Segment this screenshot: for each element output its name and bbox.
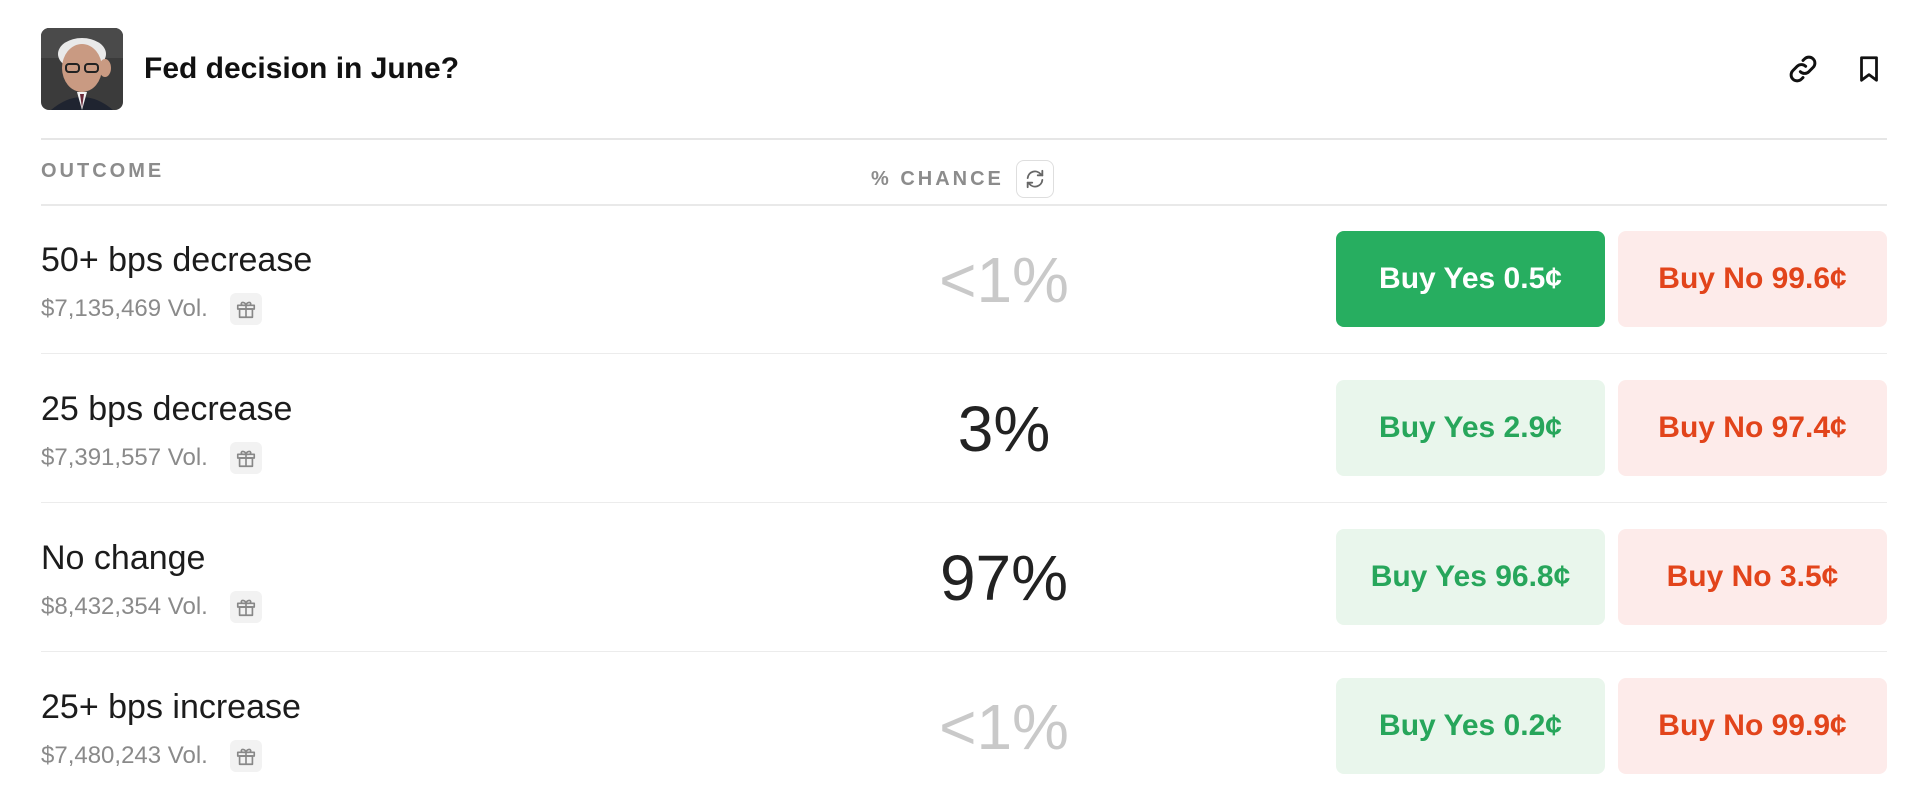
gift-icon[interactable] — [229, 442, 262, 474]
bookmark-icon[interactable] — [1853, 53, 1885, 85]
outcome-name: 50+ bps decrease — [41, 241, 313, 279]
buy-yes-button[interactable]: Buy Yes 0.5¢ — [1336, 231, 1605, 327]
outcome-volume: $7,135,469 Vol. — [41, 293, 262, 325]
buy-yes-button[interactable]: Buy Yes 0.2¢ — [1336, 678, 1605, 774]
buy-no-button[interactable]: Buy No 99.9¢ — [1618, 678, 1887, 774]
outcome-name: 25 bps decrease — [41, 390, 293, 428]
buy-yes-button[interactable]: Buy Yes 96.8¢ — [1336, 529, 1605, 625]
outcome-name: 25+ bps increase — [41, 688, 301, 726]
outcome-volume: $7,480,243 Vol. — [41, 740, 262, 772]
outcome-row: 50+ bps decrease $7,135,469 Vol. <1% Buy… — [41, 205, 1887, 354]
buy-no-button[interactable]: Buy No 3.5¢ — [1618, 529, 1887, 625]
outcome-volume-text: $7,135,469 Vol. — [41, 295, 208, 322]
buy-no-button[interactable]: Buy No 99.6¢ — [1618, 231, 1887, 327]
outcome-row: No change $8,432,354 Vol. 97% Buy Yes 96… — [41, 503, 1887, 652]
market-header: Fed decision in June? — [41, 28, 1885, 110]
outcome-chance: 3% — [957, 393, 1051, 465]
outcome-name: No change — [41, 539, 206, 577]
buy-no-button[interactable]: Buy No 97.4¢ — [1618, 380, 1887, 476]
buy-yes-button[interactable]: Buy Yes 2.9¢ — [1336, 380, 1605, 476]
gift-icon[interactable] — [229, 591, 262, 623]
outcome-chance: 97% — [939, 542, 1069, 614]
refresh-icon[interactable] — [1015, 160, 1054, 198]
market-avatar — [41, 28, 123, 110]
column-header-outcome: OUTCOME — [41, 160, 165, 182]
outcome-volume-text: $7,391,557 Vol. — [41, 444, 208, 471]
outcome-volume-text: $8,432,354 Vol. — [41, 593, 208, 620]
outcome-row: 25+ bps increase $7,480,243 Vol. <1% Buy… — [41, 652, 1887, 801]
outcome-volume: $7,391,557 Vol. — [41, 442, 262, 474]
outcome-volume: $8,432,354 Vol. — [41, 591, 262, 623]
outcome-chance: <1% — [939, 691, 1069, 763]
column-header-chance-label: % CHANCE — [871, 167, 1004, 190]
market-title: Fed decision in June? — [144, 52, 460, 85]
gift-icon[interactable] — [229, 293, 262, 325]
link-icon[interactable] — [1787, 53, 1819, 85]
outcome-chance: <1% — [939, 244, 1069, 316]
header-divider — [41, 138, 1887, 140]
gift-icon[interactable] — [229, 740, 262, 772]
outcome-row: 25 bps decrease $7,391,557 Vol. 3% Buy Y… — [41, 354, 1887, 503]
header-actions — [1787, 53, 1885, 85]
market-card: Fed decision in June? OUTCOME % CHANCE 5… — [0, 0, 1926, 800]
outcome-volume-text: $7,480,243 Vol. — [41, 742, 208, 769]
column-header-chance: % CHANCE — [871, 160, 1054, 198]
